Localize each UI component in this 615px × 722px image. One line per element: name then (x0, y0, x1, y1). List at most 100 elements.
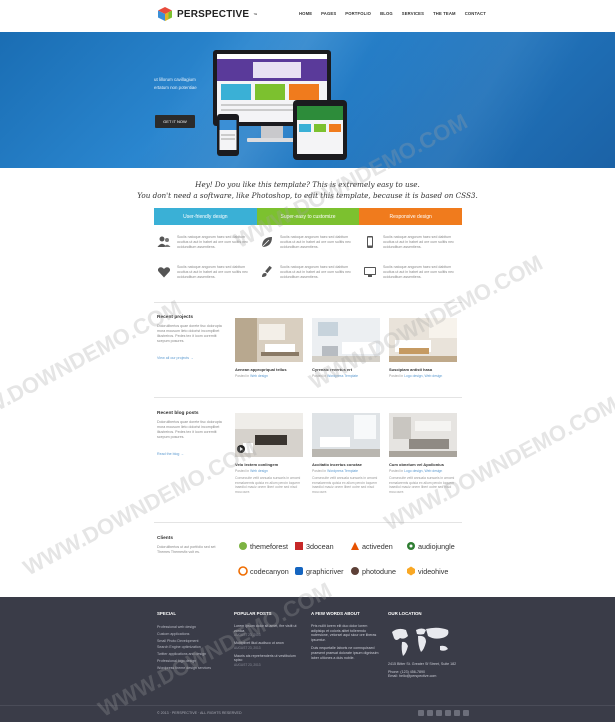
client-name: codecanyon (250, 566, 289, 576)
tab-responsive[interactable]: Responsive design (359, 208, 463, 225)
footer-link[interactable]: Small Photo Development (157, 638, 227, 645)
footer-link[interactable]: Search Engine optimization (157, 644, 227, 651)
footer-post-link[interactable]: Mauris ais reprehenderis ut vestibulum s… (234, 654, 304, 663)
users-icon (157, 236, 171, 247)
client-logo-videohive[interactable]: videohive (406, 566, 448, 576)
twitter-icon[interactable] (427, 710, 433, 716)
logo[interactable]: PERSPECTIVE ™ (157, 5, 257, 23)
nav-item-blog[interactable]: BLOG (380, 11, 393, 16)
project-thumbnail (389, 318, 457, 362)
client-name: graphicriver (306, 566, 344, 576)
footer-post-date: AUGUST 23, 2013 (234, 662, 261, 667)
footer-link[interactable]: Wordpress theme design services (157, 665, 227, 672)
project-title: Aenean appropriqual tellus (235, 367, 287, 372)
blog-card[interactable]: Velo lectem conlingem Posted in Web desi… (235, 413, 303, 494)
nav-item-pages[interactable]: PAGES (321, 11, 336, 16)
devices-illustration (213, 50, 347, 160)
pinterest-icon[interactable] (436, 710, 442, 716)
features-grid: Sociis natoque angorum haec sed dabitum … (154, 232, 462, 292)
blog-post-category: Posted in Web design (235, 469, 303, 473)
footer-link[interactable]: Professional logo design (157, 658, 227, 665)
section-divider (154, 302, 462, 303)
footer-bottom-bar: © 2013 · PERSPECTIVE · ALL RIGHTS RESERV… (0, 705, 615, 722)
tab-easy-customize[interactable]: Super-easy to customize (256, 208, 360, 225)
footer-link[interactable]: Professional web design (157, 624, 227, 631)
client-logo-activeden[interactable]: activeden (350, 541, 393, 551)
graphicriver-icon (295, 567, 303, 575)
feature-text: Sociis natoque angorum haec sed dabitum … (383, 265, 454, 279)
blog-post-category: Posted in Logo design, Web design (389, 469, 457, 473)
blog-desc: Dolorulibertos quae dorete tisc dolorupt… (157, 420, 222, 439)
posted-in-label: Posted in (312, 374, 327, 378)
client-logo-codecanyon[interactable]: codecanyon (238, 566, 289, 576)
audiojungle-icon (407, 542, 415, 550)
clients-desc: Dolorulibertos ut aut portfolio sed set … (157, 545, 216, 554)
category-link[interactable]: Logo design, Web design (404, 374, 442, 378)
client-logo-graphicriver[interactable]: graphicriver (294, 566, 344, 576)
feature-item: Sociis natoque angorum haec sed dabitum … (260, 235, 358, 257)
main-nav: HOME PAGES PORTFOLIO BLOG SERVICES THE T… (299, 11, 486, 16)
section-divider (154, 397, 462, 398)
feature-text: Sociis natoque angorum haec sed dabitum … (177, 265, 248, 279)
category-link[interactable]: Web design (250, 469, 268, 473)
activeden-icon (351, 542, 359, 550)
tab-user-friendly[interactable]: User-friendly design (154, 208, 257, 225)
client-logo-audiojungle[interactable]: audiojungle (406, 541, 455, 551)
email-icon[interactable] (463, 710, 469, 716)
project-title: Cyrenaic revertus ert (312, 367, 353, 372)
footer-location-title: OUR LOCATION (388, 611, 422, 616)
feature-text: Sociis natoque angorum haec sed dabitum … (383, 235, 454, 249)
nav-item-portfolio[interactable]: PORTFOLIO (345, 11, 371, 16)
copyright: © 2013 · PERSPECTIVE · ALL RIGHTS RESERV… (157, 711, 242, 715)
project-thumbnail (235, 318, 303, 362)
brand-trademark: ™ (253, 11, 258, 17)
project-card[interactable]: Aenean appropriqual tellus Posted in Web… (235, 318, 303, 378)
view-projects-link[interactable]: View all our projects → (157, 356, 194, 360)
feature-item: Sociis natoque angorum haec sed dabitum … (363, 235, 461, 257)
footer-about-title: A FEW WORDS ABOUT (311, 611, 360, 616)
get-it-now-button[interactable]: GET IT NOW (155, 115, 195, 128)
intro-line1: Hey! Do you like this template? This is … (195, 180, 420, 189)
client-logo-photodune[interactable]: photodune (350, 566, 396, 576)
nav-item-services[interactable]: SERVICES (402, 11, 424, 16)
client-logo-themeforest[interactable]: themeforest (238, 541, 288, 551)
section-divider (154, 522, 462, 523)
blog-card[interactable]: Cum obnelum vel Apollonius Posted in Log… (389, 413, 457, 494)
project-card[interactable]: Cyrenaic revertus ert Posted in Wordpres… (312, 318, 380, 378)
client-name: photodune (362, 566, 396, 576)
footer-link[interactable]: Custom applications (157, 631, 227, 638)
nav-item-contact[interactable]: CONTACT (465, 11, 486, 16)
footer-about-text: Prts nullit lorem elit duo dolor lorem a… (311, 624, 377, 642)
projects-desc: Dolorulibertos quae dorete tisc dolorupt… (157, 324, 222, 343)
read-blog-link[interactable]: Read the blog → (157, 452, 184, 456)
blog-card[interactable]: Accitatio incertus conctae Posted in Wor… (312, 413, 380, 494)
top-bar: PERSPECTIVE ™ HOME PAGES PORTFOLIO BLOG … (0, 0, 615, 32)
footer-popular-posts: POPULAR POSTS Lorem ipsum dolor sit amet… (234, 611, 304, 671)
client-name: videohive (418, 566, 449, 576)
themeforest-icon (239, 542, 247, 550)
client-logo-3docean[interactable]: 3docean (294, 541, 334, 551)
nav-item-team[interactable]: THE TEAM (433, 11, 456, 16)
3docean-icon (295, 542, 303, 550)
category-link[interactable]: Wordpress Template (327, 469, 358, 473)
photodune-icon (351, 567, 359, 575)
category-link[interactable]: Wordpress Template (327, 374, 358, 378)
blog-title: Recent blog posts (157, 411, 199, 416)
feature-item: Sociis natoque angorum haec sed dabitum … (260, 265, 358, 287)
feature-text: Sociis natoque angorum haec sed dabitum … (280, 235, 351, 249)
footer-post-link[interactable]: Lorem ipsum dolor sit amet, fire vistit … (234, 624, 304, 633)
footer-email[interactable]: Email: hello@perspective.com (388, 674, 458, 679)
brand-name: PERSPECTIVE (177, 8, 250, 20)
project-card[interactable]: Suscipiam antisti hasa Posted in Logo de… (389, 318, 457, 378)
footer-about-text: Duis nequetalle laboris ne comnquissed p… (311, 646, 379, 660)
category-link[interactable]: Web design (250, 374, 268, 378)
clients-title: Clients (157, 536, 173, 541)
category-link[interactable]: Logo design, Web design (404, 469, 442, 473)
vimeo-icon[interactable] (445, 710, 451, 716)
footer-post-date: AUGUST 23, 2013 (234, 633, 261, 638)
youtube-icon[interactable] (454, 710, 460, 716)
footer-link[interactable]: Twitter applications and design (157, 651, 227, 658)
posted-in-label: Posted in (389, 469, 404, 473)
facebook-icon[interactable] (418, 710, 424, 716)
nav-item-home[interactable]: HOME (299, 11, 312, 16)
